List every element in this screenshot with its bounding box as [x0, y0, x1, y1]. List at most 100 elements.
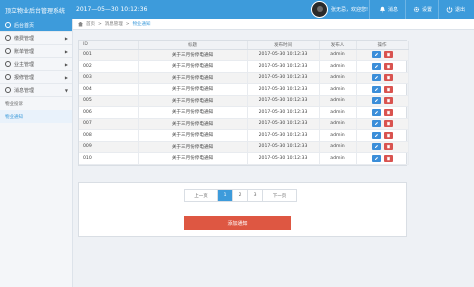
- delete-button[interactable]: [383, 131, 393, 139]
- sidebar-subitem-label: 物业通知: [5, 114, 23, 120]
- cell-title[interactable]: 关于三月份停电通知: [138, 95, 248, 107]
- sidebar-item-owners[interactable]: 业主管理 ▶: [0, 58, 72, 71]
- cell-actions: [356, 72, 409, 84]
- cell-title[interactable]: 关于三月份停电通知: [138, 141, 248, 153]
- delete-button[interactable]: [383, 74, 393, 82]
- notices-table: ID 标题 发布时间 发布人 操作 001 关于三月份停电通知 2017-05-30…: [78, 40, 409, 166]
- sidebar-subitem-label: 物业投诉: [5, 101, 23, 107]
- cell-date: 2017-05-30 10:12:33: [247, 129, 320, 142]
- edit-icon: [374, 110, 378, 114]
- delete-button[interactable]: [383, 108, 393, 116]
- settings-label: 设置: [422, 7, 433, 13]
- cell-title[interactable]: 关于三月份停电通知: [138, 129, 248, 142]
- chevron-right-icon: ▶: [64, 62, 68, 67]
- column-header-actions: 操作: [356, 41, 409, 50]
- sidebar-item-bills[interactable]: 账单管理 ▶: [0, 45, 72, 58]
- edit-button[interactable]: [371, 97, 381, 105]
- cell-title[interactable]: 关于三月份停电通知: [138, 60, 248, 73]
- settings-button[interactable]: 设置: [413, 4, 432, 15]
- cell-actions: [356, 95, 409, 107]
- edit-button[interactable]: [371, 108, 381, 116]
- delete-button[interactable]: [383, 120, 393, 128]
- edit-button[interactable]: [371, 74, 381, 82]
- chevron-right-icon: ▶: [64, 49, 68, 54]
- delete-button[interactable]: [383, 143, 393, 151]
- cell-title[interactable]: 关于三月份停电通知: [138, 83, 248, 96]
- cell-title[interactable]: 关于三月份停电通知: [138, 152, 248, 165]
- cell-publisher: admin: [319, 106, 357, 119]
- delete-button[interactable]: [383, 85, 393, 93]
- breadcrumb-separator: >: [125, 21, 130, 27]
- welcome-text: 张无忌，欢迎您!: [331, 7, 369, 13]
- edit-button[interactable]: [371, 143, 381, 151]
- sidebar-item-messages[interactable]: 消息管理 ▼: [0, 84, 72, 97]
- table-row: 010 关于三月份停电通知 2017-05-30 10:12:33 admin: [79, 152, 409, 165]
- cell-publisher: admin: [319, 60, 357, 73]
- sidebar-subitem-notices[interactable]: 物业通知: [0, 110, 72, 123]
- avatar[interactable]: [311, 1, 328, 18]
- edit-button[interactable]: [371, 120, 381, 128]
- add-notice-button[interactable]: 添加通知: [184, 216, 291, 230]
- table-row: 007 关于三月份停电通知 2017-05-30 10:12:33 admin: [79, 118, 409, 130]
- sidebar-item-home[interactable]: 后台首页: [0, 19, 72, 32]
- cell-actions: [356, 83, 409, 96]
- column-header-title: 标题: [138, 41, 248, 50]
- sidebar-subitem-complaints[interactable]: 物业投诉: [0, 97, 72, 110]
- cell-title[interactable]: 关于三月份停电通知: [138, 49, 248, 61]
- cell-actions: [356, 118, 409, 130]
- page-button-1[interactable]: 1: [218, 190, 233, 201]
- pagination: 上一页 1 2 3 下一页: [184, 189, 297, 202]
- page-button-2[interactable]: 2: [233, 190, 248, 201]
- prev-page-button[interactable]: 上一页: [185, 190, 218, 201]
- delete-button[interactable]: [383, 62, 393, 70]
- page-button-3[interactable]: 3: [248, 190, 263, 201]
- cell-id: 009: [79, 141, 139, 153]
- sidebar-item-label: 后台首页: [14, 22, 35, 29]
- edit-button[interactable]: [371, 51, 381, 59]
- home-icon: [5, 22, 11, 28]
- edit-button[interactable]: [371, 85, 381, 93]
- cell-actions: [356, 106, 409, 119]
- home-icon: [78, 21, 83, 27]
- sidebar-item-payment[interactable]: 缴费管理 ▶: [0, 32, 72, 45]
- cell-publisher: admin: [319, 129, 357, 142]
- cell-date: 2017-05-30 10:12:33: [247, 49, 320, 61]
- logout-button[interactable]: 退出: [446, 4, 465, 15]
- sidebar-item-label: 消息管理: [14, 87, 35, 94]
- column-header-id: ID: [79, 41, 139, 50]
- messages-button[interactable]: 消息: [379, 4, 398, 15]
- cell-date: 2017-05-30 10:12:33: [247, 60, 320, 73]
- edit-icon: [374, 156, 378, 160]
- cell-id: 005: [79, 95, 139, 107]
- edit-icon: [374, 133, 378, 137]
- sidebar-item-repairs[interactable]: 报修管理 ▶: [0, 71, 72, 84]
- delete-button[interactable]: [383, 154, 393, 162]
- trash-icon: [386, 122, 390, 126]
- sidebar-item-label: 缴费管理: [14, 35, 35, 42]
- top-bar: 顶立物业后台管理系统 2017—05—30 10:12:36 张无忌，欢迎您! …: [0, 0, 474, 19]
- breadcrumb-home[interactable]: 首页: [86, 21, 95, 27]
- edit-icon: [374, 122, 378, 126]
- sidebar-item-label: 报修管理: [14, 74, 35, 81]
- cell-actions: [356, 60, 409, 73]
- sidebar-item-label: 账单管理: [14, 48, 35, 55]
- cell-date: 2017-05-30 10:12:33: [247, 72, 320, 84]
- cell-publisher: admin: [319, 83, 357, 96]
- next-page-button[interactable]: 下一页: [263, 190, 296, 201]
- chevron-right-icon: ▶: [64, 36, 68, 41]
- cell-title[interactable]: 关于三月份停电通知: [138, 118, 248, 130]
- delete-button[interactable]: [383, 97, 393, 105]
- trash-icon: [386, 145, 390, 149]
- delete-button[interactable]: [383, 51, 393, 59]
- edit-icon: [374, 64, 378, 68]
- edit-button[interactable]: [371, 131, 381, 139]
- edit-icon: [374, 53, 378, 57]
- edit-button[interactable]: [371, 62, 381, 70]
- breadcrumb-section[interactable]: 消息管理: [105, 21, 123, 27]
- cell-title[interactable]: 关于三月份停电通知: [138, 106, 248, 119]
- cell-id: 007: [79, 118, 139, 130]
- breadcrumb: 首页 > 消息管理 > 物业通知: [73, 19, 474, 30]
- gear-icon: [413, 6, 420, 13]
- cell-title[interactable]: 关于三月份停电通知: [138, 72, 248, 84]
- edit-button[interactable]: [371, 154, 381, 162]
